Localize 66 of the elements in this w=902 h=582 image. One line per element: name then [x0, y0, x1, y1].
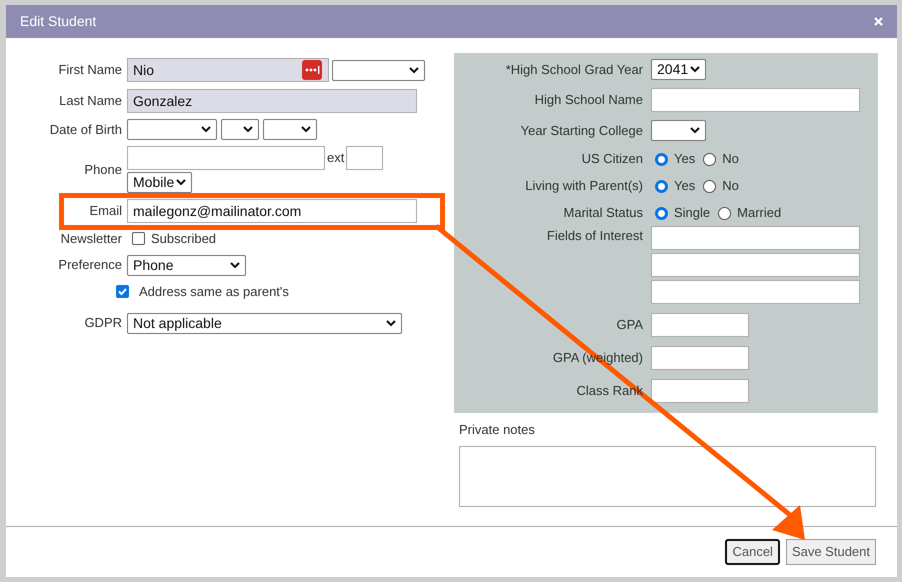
input-field[interactable] — [127, 146, 325, 170]
chevron-down-icon — [230, 262, 240, 268]
email-field[interactable]: mailegonz@mailinator.com — [127, 199, 417, 223]
input-field[interactable] — [651, 226, 860, 250]
field-label: Year Starting College — [520, 122, 643, 140]
phone-type-dropdown[interactable]: Mobile — [127, 172, 192, 193]
checkbox-label: Address same as parent's — [139, 282, 289, 301]
radio-label: Yes — [674, 150, 696, 168]
field-label: Preference — [57, 256, 123, 274]
close-icon[interactable] — [874, 17, 883, 26]
checkbox-label: Subscribed — [151, 230, 216, 248]
dropdown[interactable]: 2041 — [651, 59, 706, 80]
radio-button[interactable] — [718, 206, 732, 220]
chevron-down-icon — [301, 126, 311, 133]
dropdown[interactable] — [221, 119, 259, 140]
field-label: Newsletter — [60, 230, 123, 248]
chevron-down-icon — [409, 66, 419, 74]
chevron-down-icon — [690, 127, 700, 134]
field-label: High School Name — [534, 91, 643, 110]
field-label: *High School Grad Year — [504, 60, 643, 79]
radio-label: Yes — [674, 177, 696, 196]
radio-button[interactable] — [655, 180, 668, 192]
radio-label: Single — [674, 204, 710, 222]
radio-label: No — [722, 150, 739, 168]
save-button[interactable]: Save Student — [786, 539, 876, 565]
cancel-button[interactable]: Cancel — [725, 539, 780, 565]
field-label: Phone — [83, 160, 123, 179]
radio-button[interactable] — [655, 206, 668, 220]
chevron-down-icon — [690, 66, 700, 73]
input-field[interactable] — [346, 146, 384, 170]
radio-label: No — [722, 177, 739, 196]
field-label: Marital Status — [562, 204, 643, 222]
input-field[interactable] — [651, 280, 860, 304]
field-label: Last Name — [58, 92, 123, 110]
radio-button[interactable] — [703, 152, 716, 166]
field-label: Date of Birth — [48, 120, 123, 139]
checkbox[interactable] — [116, 285, 129, 298]
input-field[interactable]: Gonzalez — [127, 89, 417, 113]
field-label: US Citizen — [580, 150, 643, 168]
dialog-title: Edit Student — [20, 12, 96, 31]
input-field[interactable] — [651, 346, 749, 370]
input-field[interactable] — [651, 253, 860, 277]
radio-button[interactable] — [655, 152, 668, 166]
dropdown[interactable]: Phone — [127, 254, 246, 276]
chevron-down-icon — [176, 179, 186, 186]
notes-label: Private notes — [459, 421, 536, 439]
chevron-down-icon — [243, 126, 253, 133]
field-label: GPA — [616, 316, 643, 334]
dropdown[interactable]: Not applicable — [127, 312, 402, 334]
radio-button[interactable] — [703, 180, 716, 192]
chevron-down-icon — [386, 320, 396, 326]
field-label: Living with Parent(s) — [524, 177, 643, 196]
field-label: Email — [88, 202, 123, 220]
input-field[interactable] — [651, 313, 749, 337]
input-field[interactable] — [651, 88, 860, 112]
checkbox[interactable] — [132, 232, 145, 246]
password-manager-icon[interactable] — [302, 60, 322, 80]
input-field[interactable] — [651, 379, 749, 403]
field-label: GDPR — [83, 314, 123, 332]
notes-textarea[interactable] — [459, 446, 876, 506]
field-label: Fields of Interest — [546, 227, 643, 245]
input-field[interactable]: Nio — [127, 58, 329, 82]
chevron-down-icon — [201, 126, 211, 133]
field-label: First Name — [57, 61, 123, 80]
ext-label: ext — [327, 149, 344, 168]
radio-label: Married — [737, 204, 782, 222]
